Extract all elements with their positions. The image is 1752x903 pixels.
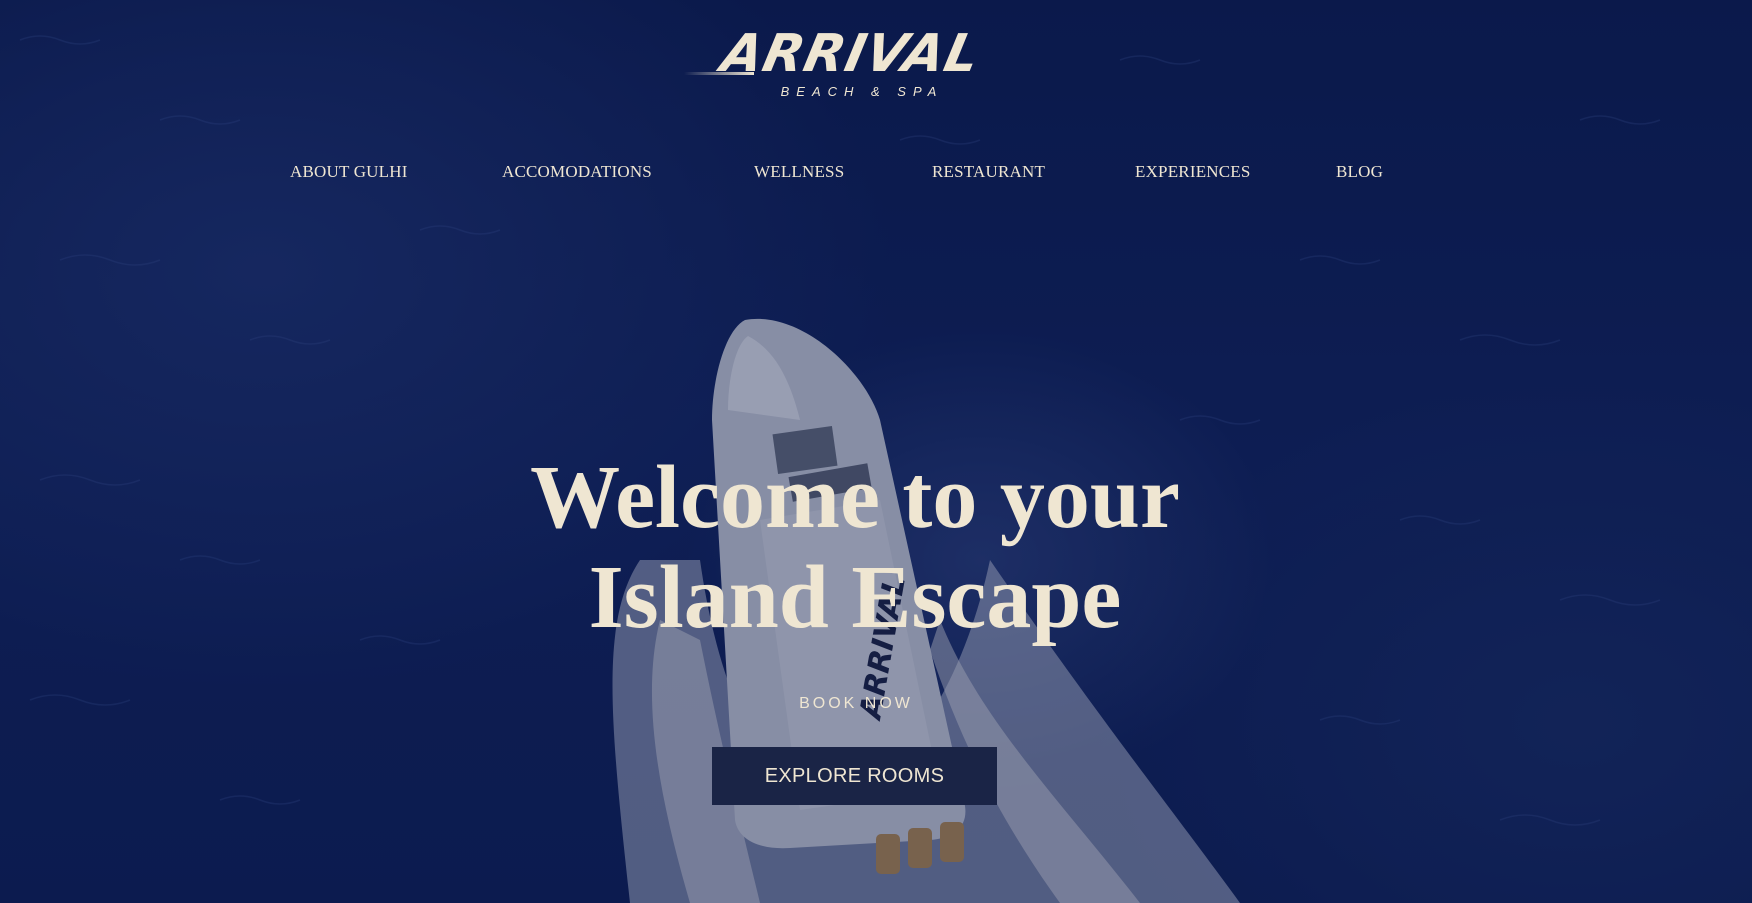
arrival-logo[interactable]: ARRIVAL BEACH & SPA	[684, 24, 1016, 106]
nav-item-wellness[interactable]: WELLNESS	[754, 162, 844, 182]
hero-headline: Welcome to your Island Escape	[420, 448, 1290, 648]
hero-headline-line2: Island Escape	[588, 548, 1122, 647]
book-now-link[interactable]: BOOK NOW	[776, 695, 936, 717]
logo-tagline: BEACH & SPA	[780, 84, 944, 99]
logo-wordmark: ARRIVAL	[716, 24, 986, 84]
nav-item-blog[interactable]: BLOG	[1336, 162, 1383, 182]
nav-item-experiences[interactable]: EXPERIENCES	[1135, 162, 1251, 182]
nav-item-accomodations[interactable]: ACCOMODATIONS	[502, 162, 652, 182]
explore-rooms-button[interactable]: EXPLORE ROOMS	[712, 747, 997, 805]
nav-item-about-gulhi[interactable]: ABOUT GULHI	[290, 162, 408, 182]
nav-item-restaurant[interactable]: RESTAURANT	[932, 162, 1045, 182]
main-nav: ABOUT GULHI ACCOMODATIONS WELLNESS RESTA…	[0, 162, 1752, 188]
hero-headline-line1: Welcome to your	[530, 448, 1180, 547]
